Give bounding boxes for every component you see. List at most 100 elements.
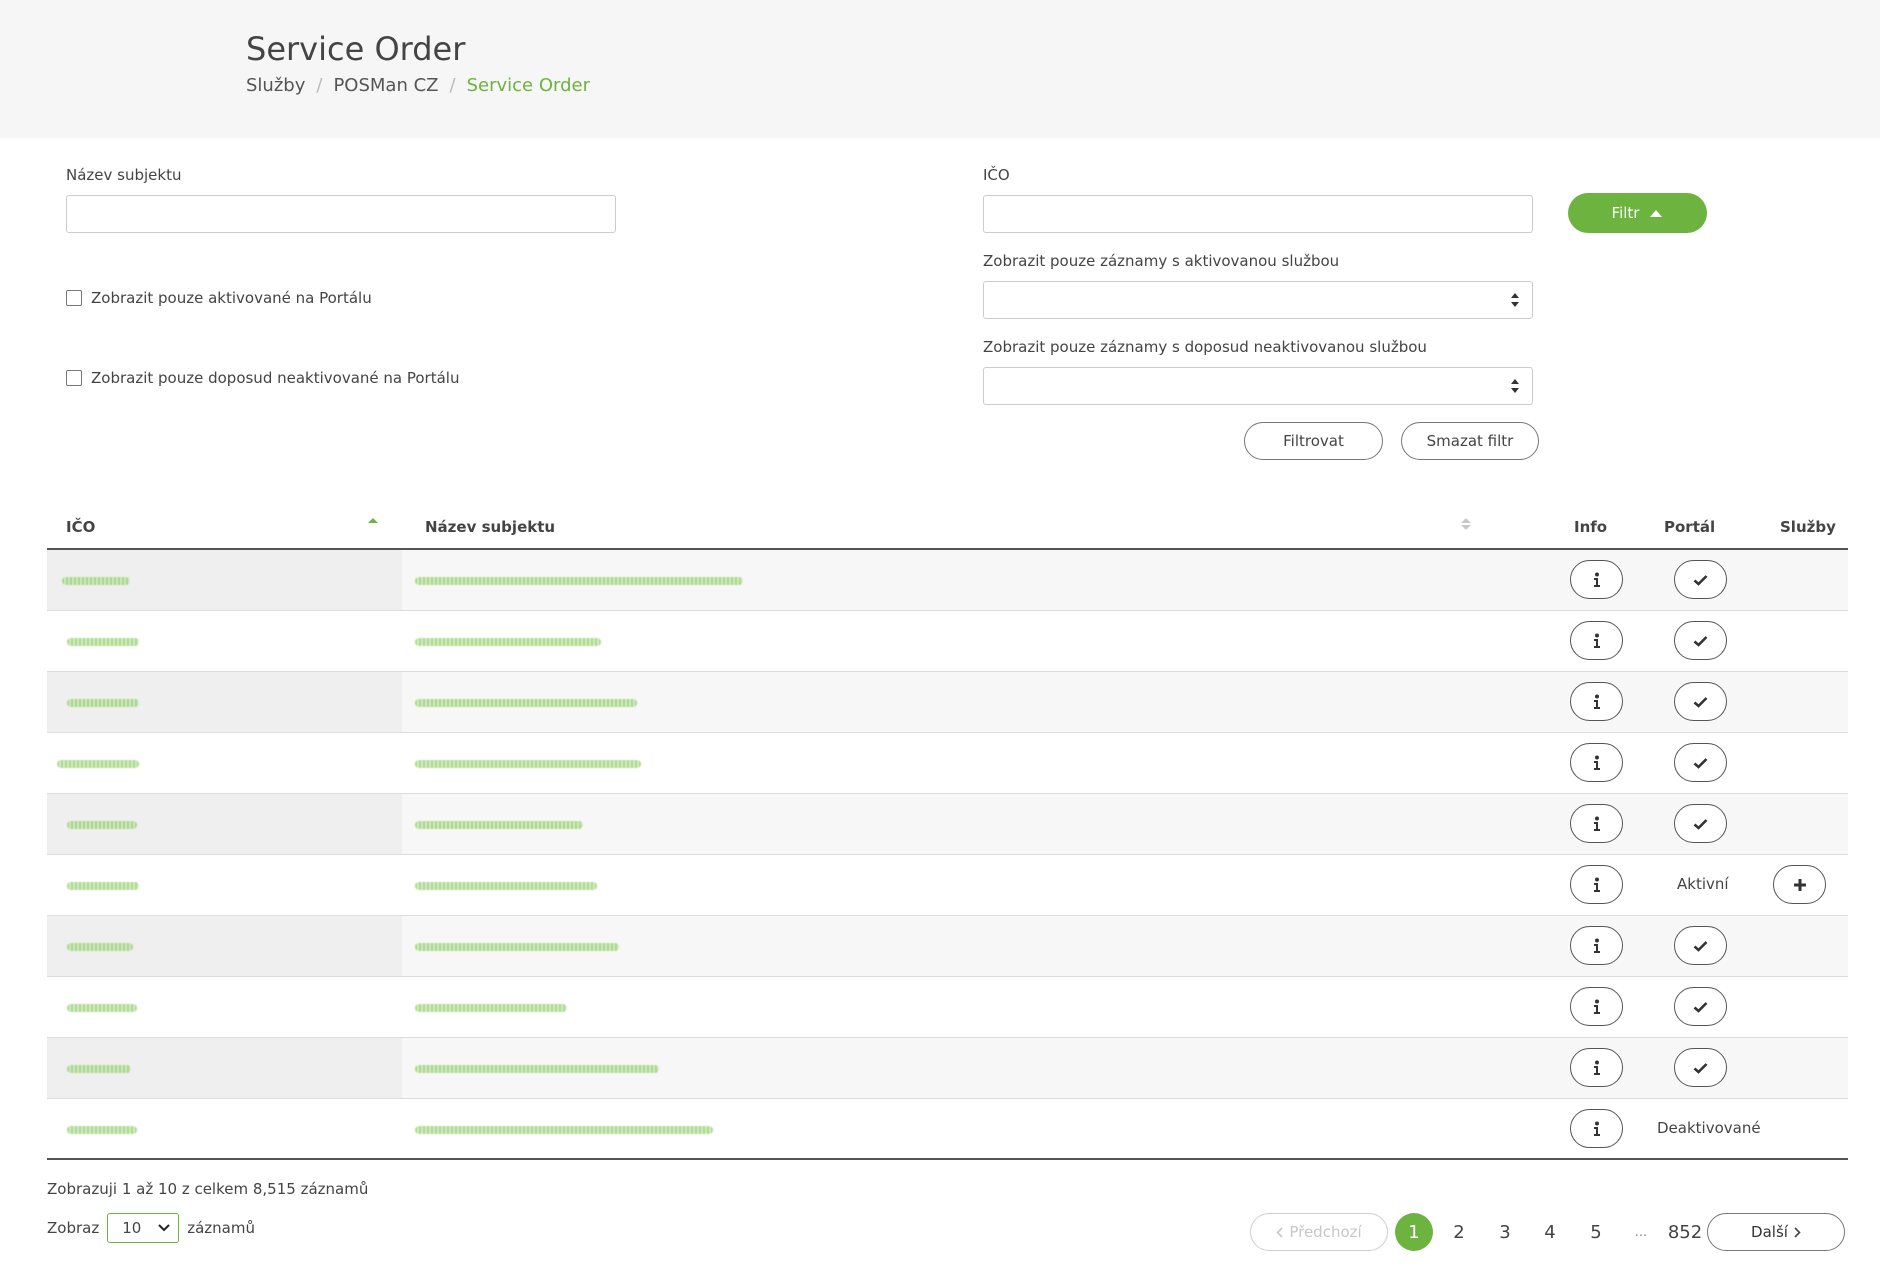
portal-check-button[interactable] — [1674, 621, 1727, 660]
ico-filter-input[interactable] — [983, 195, 1533, 233]
checkmark-icon — [1693, 757, 1708, 769]
ico-filter-label: IČO — [983, 166, 1010, 184]
table-row — [47, 672, 1848, 733]
portal-check-button[interactable] — [1674, 743, 1727, 782]
info-button[interactable] — [1570, 743, 1623, 782]
redacted-name — [415, 1126, 713, 1134]
next-page-button[interactable]: Další — [1707, 1213, 1845, 1251]
page-3-button[interactable]: 3 — [1486, 1213, 1524, 1251]
inactive-service-label: Zobrazit pouze záznamy s doposud neaktiv… — [983, 338, 1427, 356]
page-size-label: Zobraz — [47, 1219, 100, 1237]
info-icon — [1593, 816, 1600, 831]
column-header-info: Info — [1574, 518, 1608, 536]
breadcrumb-separator: / — [449, 75, 456, 96]
page-1-button[interactable]: 1 — [1395, 1213, 1433, 1251]
prev-page-button[interactable]: Předchozí — [1250, 1213, 1388, 1251]
info-button[interactable] — [1570, 621, 1623, 660]
portal-status-active: Aktivní — [1677, 875, 1729, 893]
breadcrumb-item-sluzby[interactable]: Služby — [246, 75, 305, 96]
page-2-button[interactable]: 2 — [1440, 1213, 1478, 1251]
redacted-name — [415, 882, 597, 890]
prev-page-label: Předchozí — [1289, 1223, 1362, 1241]
chevron-down-icon — [158, 1224, 170, 1232]
info-button[interactable] — [1570, 926, 1623, 965]
portal-active-checkbox-row[interactable]: Zobrazit pouze aktivované na Portálu — [66, 289, 372, 307]
redacted-name — [415, 577, 743, 585]
redacted-name — [415, 1004, 567, 1012]
info-icon — [1593, 572, 1600, 587]
redacted-ico — [62, 577, 130, 585]
page-size-select[interactable]: 10 — [107, 1213, 180, 1243]
chevron-left-icon — [1276, 1226, 1283, 1238]
column-header-name[interactable]: Název subjektu — [425, 518, 555, 536]
redacted-ico — [67, 699, 139, 707]
info-button[interactable] — [1570, 1048, 1623, 1087]
add-service-button[interactable] — [1773, 865, 1826, 904]
sort-icon[interactable] — [1460, 516, 1472, 532]
info-button[interactable] — [1570, 682, 1623, 721]
portal-check-button[interactable] — [1674, 682, 1727, 721]
redacted-ico — [67, 943, 133, 951]
info-button[interactable] — [1570, 804, 1623, 843]
portal-inactive-checkbox-row[interactable]: Zobrazit pouze doposud neaktivované na P… — [66, 369, 459, 387]
select-arrows-icon — [1511, 379, 1519, 393]
table-info: Zobrazuji 1 až 10 z celkem 8,515 záznamů — [47, 1180, 369, 1198]
info-button[interactable] — [1570, 865, 1623, 904]
checkmark-icon — [1693, 635, 1708, 647]
sort-asc-icon[interactable] — [367, 516, 379, 532]
page-size-control: Zobraz 10 záznamů — [47, 1213, 255, 1243]
name-filter-label: Název subjektu — [66, 166, 182, 184]
portal-check-button[interactable] — [1674, 987, 1727, 1026]
redacted-ico — [67, 1065, 131, 1073]
info-icon — [1593, 1121, 1600, 1136]
info-icon — [1593, 877, 1600, 892]
redacted-ico — [67, 821, 137, 829]
portal-check-button[interactable] — [1674, 1048, 1727, 1087]
name-filter-input[interactable] — [66, 195, 616, 233]
caret-up-icon — [1650, 209, 1663, 217]
pagination-ellipsis: ... — [1634, 1224, 1648, 1240]
column-header-services: Služby — [1780, 518, 1836, 536]
page-4-button[interactable]: 4 — [1531, 1213, 1569, 1251]
redacted-name — [415, 1065, 659, 1073]
breadcrumb-separator: / — [316, 75, 323, 96]
redacted-name — [415, 699, 637, 707]
portal-inactive-checkbox[interactable] — [66, 370, 82, 386]
page-5-button[interactable]: 5 — [1577, 1213, 1615, 1251]
portal-check-button[interactable] — [1674, 926, 1727, 965]
portal-check-button[interactable] — [1674, 804, 1727, 843]
inactive-service-select[interactable] — [983, 367, 1533, 405]
breadcrumb: Služby / POSMan CZ / Service Order — [246, 75, 590, 96]
checkmark-icon — [1693, 940, 1708, 952]
portal-check-button[interactable] — [1674, 560, 1727, 599]
redacted-name — [415, 821, 583, 829]
active-service-select[interactable] — [983, 281, 1533, 319]
apply-filter-button[interactable]: Filtrovat — [1244, 422, 1383, 460]
portal-active-checkbox[interactable] — [66, 290, 82, 306]
info-icon — [1593, 938, 1600, 953]
portal-active-checkbox-label: Zobrazit pouze aktivované na Portálu — [91, 289, 372, 307]
column-header-ico[interactable]: IČO — [66, 518, 95, 536]
column-header-portal: Portál — [1664, 518, 1716, 536]
info-button[interactable] — [1570, 560, 1623, 599]
clear-filter-button[interactable]: Smazat filtr — [1401, 422, 1539, 460]
checkmark-icon — [1693, 1001, 1708, 1013]
checkmark-icon — [1693, 1062, 1708, 1074]
page-last-button[interactable]: 852 — [1659, 1213, 1711, 1251]
data-table: IČO Název subjektu Info Portál Služby Ak… — [47, 506, 1848, 1160]
info-button[interactable] — [1570, 987, 1623, 1026]
table-header: IČO Název subjektu Info Portál Služby — [47, 506, 1848, 550]
portal-status-deactivated: Deaktivované — [1657, 1119, 1761, 1137]
checkmark-icon — [1693, 696, 1708, 708]
active-service-label: Zobrazit pouze záznamy s aktivovanou slu… — [983, 252, 1340, 270]
info-icon — [1593, 999, 1600, 1014]
page-header: Service Order Služby / POSMan CZ / Servi… — [0, 0, 1880, 138]
page-title: Service Order — [246, 30, 466, 68]
table-row: Deaktivované — [47, 1099, 1848, 1160]
info-button[interactable] — [1570, 1109, 1623, 1148]
breadcrumb-item-posman[interactable]: POSMan CZ — [333, 75, 438, 96]
redacted-ico — [67, 1004, 137, 1012]
records-label: záznamů — [187, 1219, 255, 1237]
table-row — [47, 1038, 1848, 1099]
filter-toggle-button[interactable]: Filtr — [1568, 193, 1707, 233]
